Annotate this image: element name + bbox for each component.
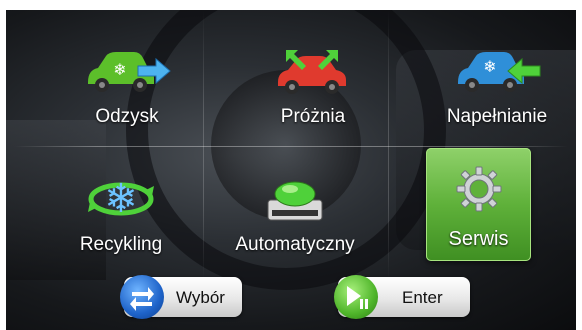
menu-item-recykling[interactable]: ❄ Recykling — [46, 160, 196, 260]
grid-divider-vertical — [203, 10, 204, 280]
svg-text:❄: ❄ — [113, 60, 126, 79]
select-button-label: Wybór — [176, 288, 225, 307]
svg-text:❄: ❄ — [483, 57, 496, 76]
menu-item-label: Napełnianie — [446, 106, 548, 127]
menu-item-label: Odzysk — [95, 106, 159, 127]
app-screen: ❄ Odzysk Próżnia ❄ Napełnianie ❄ Recykli… — [6, 10, 576, 330]
menu-item-label: Automatyczny — [235, 234, 355, 255]
svg-text:❄: ❄ — [104, 176, 138, 222]
menu-item-odzysk[interactable]: ❄ Odzysk — [52, 40, 202, 140]
menu-item-label: Recykling — [79, 234, 163, 255]
menu-item-label: Serwis — [448, 228, 509, 250]
menu-item-automatyczny[interactable]: Automatyczny — [220, 160, 370, 260]
recycle-snowflake-icon: ❄ — [86, 174, 156, 229]
menu-item-serwis[interactable]: Serwis — [426, 148, 531, 261]
grid-divider-horizontal — [14, 146, 568, 147]
grid-divider-vertical — [388, 10, 389, 280]
play-pause-icon — [334, 275, 378, 319]
machine-icon — [260, 174, 330, 229]
swap-arrows-icon — [120, 275, 164, 319]
car-recovery-icon: ❄ — [82, 48, 172, 103]
menu-item-proznia[interactable]: Próżnia — [238, 40, 388, 140]
enter-button[interactable]: Enter — [334, 275, 470, 319]
menu-item-napelnianie[interactable]: ❄ Napełnianie — [422, 40, 572, 140]
enter-button-label: Enter — [402, 288, 443, 307]
car-vacuum-icon — [268, 48, 358, 103]
select-button[interactable]: Wybór — [120, 275, 242, 319]
menu-item-label: Próżnia — [280, 106, 346, 127]
car-charge-icon: ❄ — [452, 48, 542, 103]
gear-icon — [454, 164, 504, 219]
